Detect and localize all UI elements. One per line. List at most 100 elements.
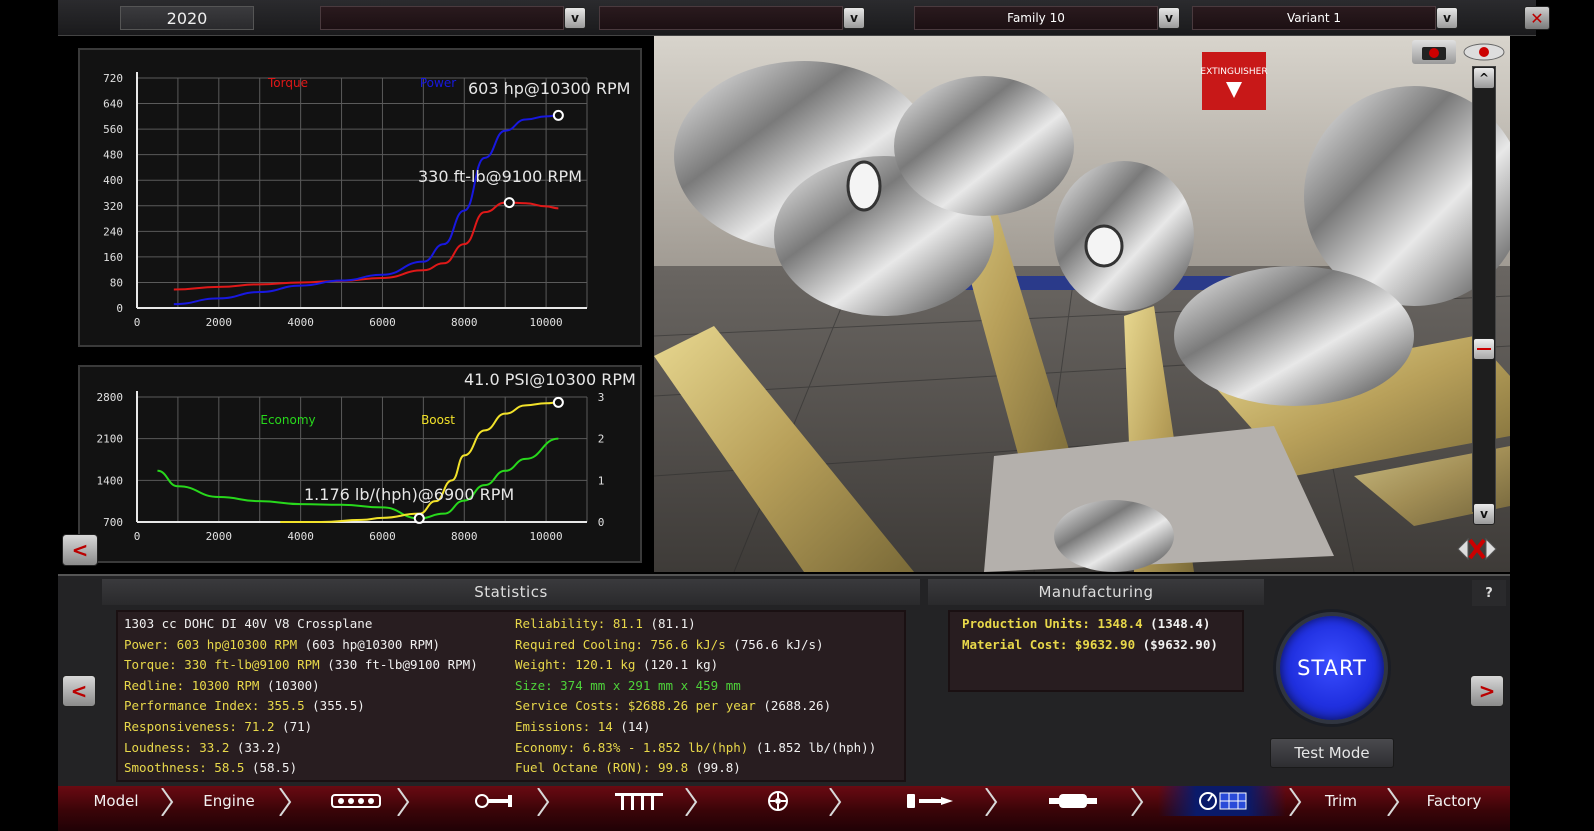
next-page-button[interactable]: >	[1470, 675, 1504, 707]
nav-engine-block[interactable]	[318, 786, 394, 816]
x-tick-label: 0	[134, 530, 141, 543]
stat-value: Torque: 330 ft-lb@9100 RPM	[124, 657, 320, 673]
stat-row: Reliability: 81.1 (81.1)	[515, 616, 696, 634]
y-tick-label: 480	[103, 149, 123, 162]
x-tick-label: 2000	[206, 530, 233, 543]
stat-row: Size: 374 mm x 291 mm x 459 mm	[515, 678, 741, 696]
stat-baseline-value: (355.5)	[312, 698, 365, 714]
stat-row: Required Cooling: 756.6 kJ/s (756.6 kJ/s…	[515, 637, 824, 655]
family-select[interactable]: Family 10	[914, 6, 1158, 30]
variant-select[interactable]: Variant 1	[1192, 6, 1436, 30]
nav-fuel-injection[interactable]	[876, 786, 982, 816]
stat-row: Power: 603 hp@10300 RPM (603 hp@10300 RP…	[124, 637, 440, 655]
test-mode-button[interactable]: Test Mode	[1270, 738, 1394, 768]
y-tick-label: 720	[103, 72, 123, 85]
nav-exhaust[interactable]	[1018, 786, 1128, 816]
scroll-up-button[interactable]: ^	[1473, 67, 1495, 89]
engine-block-icon	[331, 794, 381, 808]
eye-icon[interactable]	[1462, 40, 1506, 64]
stat-baseline-value: (10300)	[267, 677, 320, 693]
nav-crankshaft[interactable]	[458, 786, 534, 816]
stage-nav-bar: Model Engine Trim Factory	[58, 786, 1510, 831]
stat-value: 1303 cc DOHC DI 40V V8 Crossplane	[124, 616, 373, 631]
model-select[interactable]	[599, 6, 843, 30]
stat-value: Loudness: 33.2	[124, 739, 230, 755]
x-tick-label: 10000	[530, 316, 563, 329]
model-dropdown-button[interactable]: v	[843, 7, 865, 29]
gauge-icon	[1199, 792, 1247, 810]
stat-value: Economy: 6.83% - 1.852 lb/(hph)	[515, 739, 749, 755]
manufacturer-select[interactable]	[320, 6, 564, 30]
stat-row: Emissions: 14 (14)	[515, 719, 650, 737]
stat-value: Emissions: 14	[515, 719, 613, 734]
y-tick-label: 80	[110, 276, 123, 289]
zoom-scrollbar[interactable]	[1472, 66, 1496, 512]
manufacturing-header: Manufacturing	[928, 579, 1264, 605]
stat-row: Service Costs: $2688.26 per year (2688.2…	[515, 698, 831, 716]
nav-label: Model	[93, 792, 139, 810]
legend-economy: Economy	[260, 413, 315, 427]
nav-separator-chevron	[397, 788, 410, 816]
manufacturer-dropdown-button[interactable]: v	[564, 7, 586, 29]
power-torque-chart: 0 2000 4000 6000 8000 10000 0 80 160 240 320 400 480…	[103, 72, 588, 329]
stat-baseline-value: (603 hp@10300 RPM)	[304, 636, 441, 652]
variant-dropdown-button[interactable]: v	[1436, 7, 1458, 29]
y2-tick-label: 3	[598, 391, 605, 404]
y-tick-label: 640	[103, 98, 123, 111]
y2-tick-label: 1	[598, 474, 605, 487]
stat-baseline-value: (58.5)	[251, 760, 298, 776]
nav-label: Trim	[1325, 792, 1357, 810]
legend-power: Power	[420, 76, 456, 90]
nav-model[interactable]: Model	[74, 786, 158, 816]
peak-marker	[552, 109, 564, 121]
stat-value: Weight: 120.1 kg	[515, 657, 636, 673]
nav-separator-chevron	[829, 788, 842, 816]
nav-gauge[interactable]	[1158, 786, 1286, 816]
nav-engine[interactable]: Engine	[182, 786, 276, 816]
top-bar: 2020 v v Family 10 v Variant 1 v ✕	[58, 0, 1550, 36]
stat-row: Smoothness: 58.5 (58.5)	[124, 760, 297, 778]
extinguisher-sign	[1202, 52, 1266, 110]
y-tick-label: 1400	[97, 474, 124, 487]
help-button[interactable]: ?	[1472, 580, 1506, 606]
x-tick-label: 8000	[451, 530, 478, 543]
start-button[interactable]: START	[1276, 612, 1388, 724]
stat-baseline-value: (14)	[620, 719, 651, 734]
close-button[interactable]: ✕	[1524, 6, 1550, 30]
scroll-thumb[interactable]	[1473, 338, 1495, 360]
stat-baseline-value: (2688.26)	[763, 698, 832, 714]
nav-trim[interactable]: Trim	[1298, 786, 1384, 816]
year-field[interactable]: 2020	[120, 6, 254, 30]
stat-value: Reliability: 81.1	[515, 616, 643, 631]
explode-view-icon[interactable]	[1454, 532, 1500, 566]
engine-designer-screen: 2020 v v Family 10 v Variant 1 v ✕ 0 2000…	[0, 0, 1594, 831]
stat-value: Smoothness: 58.5	[124, 760, 245, 776]
stat-row: Loudness: 33.2 (33.2)	[124, 740, 282, 758]
production-units-row: Production Units: 1348.4 (1348.4)	[962, 616, 1211, 631]
prev-page-button[interactable]: <	[62, 675, 96, 707]
stat-baseline-value: (33.2)	[236, 739, 283, 755]
engine-3d-viewport[interactable]: EXTINGUISHER ^ v	[654, 36, 1510, 572]
nav-label: Engine	[203, 792, 255, 810]
stat-baseline-value: (71)	[282, 719, 313, 734]
family-dropdown-button[interactable]: v	[1158, 7, 1180, 29]
nav-turbo[interactable]	[738, 786, 826, 816]
nav-valvetrain[interactable]	[596, 786, 682, 816]
series-line-power	[173, 114, 559, 306]
stat-baseline-value: (81.1)	[650, 616, 696, 631]
x-tick-label: 6000	[369, 530, 396, 543]
collapse-charts-button[interactable]: <	[62, 534, 98, 566]
y-tick-label: 2100	[97, 433, 124, 446]
stat-value: Responsiveness: 71.2	[124, 719, 275, 734]
camera-icon[interactable]	[1412, 40, 1456, 64]
engine-render: EXTINGUISHER	[654, 36, 1510, 572]
bottom-panel: Statistics Manufacturing ? < > 1303 cc D…	[58, 574, 1510, 786]
nav-factory[interactable]: Factory	[1398, 786, 1510, 816]
stat-value: Service Costs: $2688.26 per year	[515, 698, 756, 714]
stat-value: Required Cooling: 756.6 kJ/s	[515, 636, 726, 652]
scroll-down-button[interactable]: v	[1473, 503, 1495, 525]
statistics-header: Statistics	[102, 579, 920, 605]
economy-boost-chart-panel: 0 2000 4000 6000 8000 10000 700 1400 2100 2800 0 1 2…	[78, 365, 642, 563]
y-tick-label: 160	[103, 251, 123, 264]
nav-separator-chevron	[1131, 788, 1144, 816]
